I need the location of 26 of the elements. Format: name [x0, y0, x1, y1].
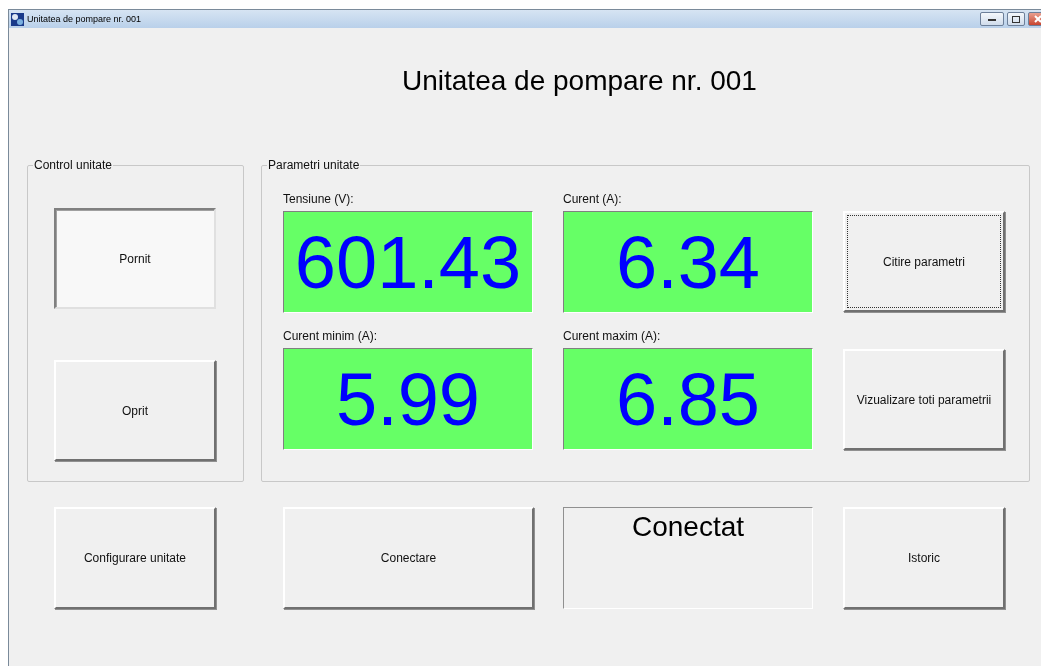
minimize-button[interactable] — [980, 12, 1004, 26]
reading-display: 6.34 — [563, 211, 813, 313]
connection-status: Conectat — [563, 507, 813, 609]
action-button[interactable]: Citire parametri — [843, 211, 1005, 312]
history-button[interactable]: Istoric — [843, 507, 1005, 609]
configure-button[interactable]: Configurare unitate — [54, 507, 216, 609]
reading-display: 601.43 — [283, 211, 533, 313]
maximize-button[interactable] — [1007, 12, 1025, 26]
reading-label: Tensiune (V): — [283, 192, 355, 208]
minimize-icon — [988, 17, 996, 21]
window-title: Unitatea de pompare nr. 001 — [27, 14, 143, 24]
connect-button[interactable]: Conectare — [283, 507, 534, 609]
action-button[interactable]: Vizualizare toti parametrii — [843, 349, 1005, 450]
group-title: Control unitate — [33, 158, 114, 172]
control-button[interactable]: Oprit — [54, 360, 216, 461]
reading-display: 6.85 — [563, 348, 813, 450]
reading-label: Curent (A): — [563, 192, 623, 208]
control-button[interactable]: Pornit — [54, 208, 216, 309]
maximize-icon — [1012, 15, 1020, 23]
reading-display: 5.99 — [283, 348, 533, 450]
reading-label: Curent maxim (A): — [563, 329, 662, 345]
group-title: Parametri unitate — [267, 158, 361, 172]
reading-label: Curent minim (A): — [283, 329, 378, 345]
app-icon — [11, 12, 24, 26]
page-heading: Unitatea de pompare nr. 001 — [402, 64, 758, 98]
close-icon — [1034, 15, 1041, 23]
